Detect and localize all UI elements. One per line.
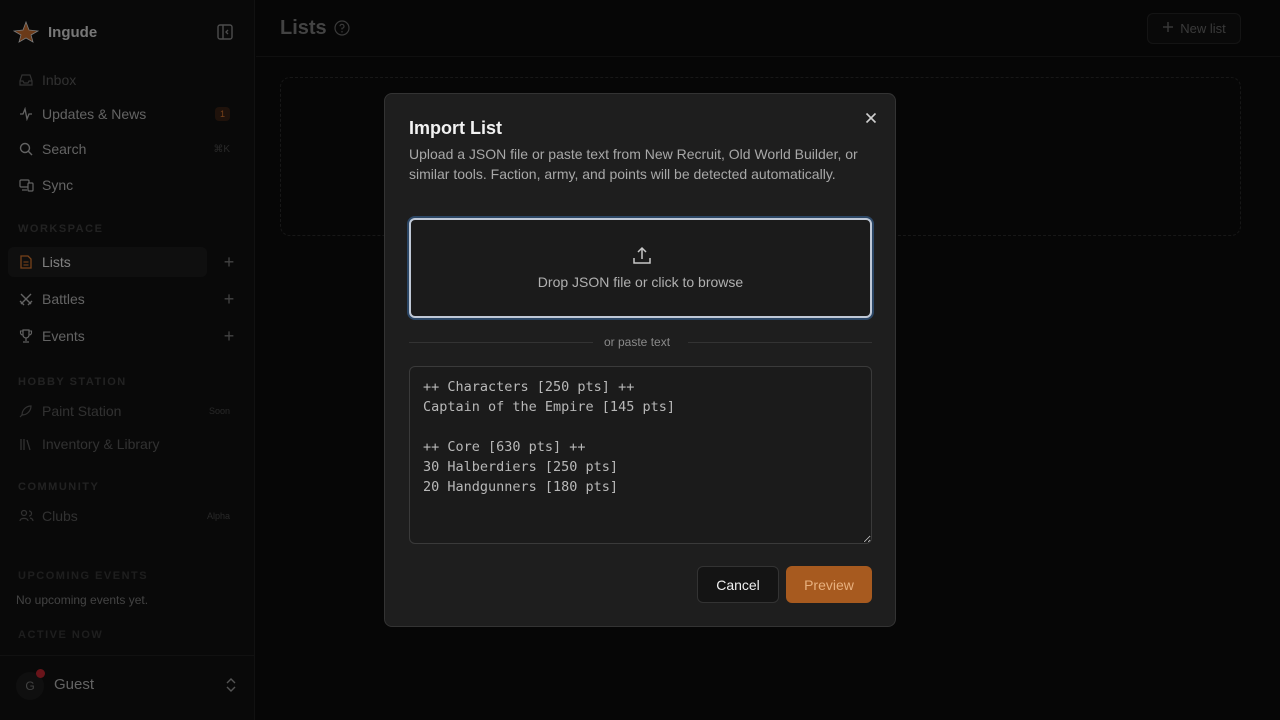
dialog-title: Import List [409,118,502,138]
divider [688,342,872,343]
preview-button[interactable]: Preview [786,566,872,603]
close-icon[interactable] [863,110,879,126]
dropzone-text: Drop JSON file or click to browse [537,274,744,290]
cancel-button[interactable]: Cancel [697,566,779,603]
divider [409,342,593,343]
app-root: Ingude Inbox Updates & News 1 Search ⌘K … [0,0,1280,720]
upload-icon [632,246,652,266]
file-dropzone[interactable]: Drop JSON file or click to browse [409,218,872,318]
divider-text: or paste text [604,335,671,349]
import-list-dialog: Import List Upload a JSON file or paste … [384,93,896,627]
dialog-description: Upload a JSON file or paste text from Ne… [409,146,858,182]
paste-textarea[interactable]: ++ Characters [250 pts] ++ Captain of th… [409,366,872,544]
